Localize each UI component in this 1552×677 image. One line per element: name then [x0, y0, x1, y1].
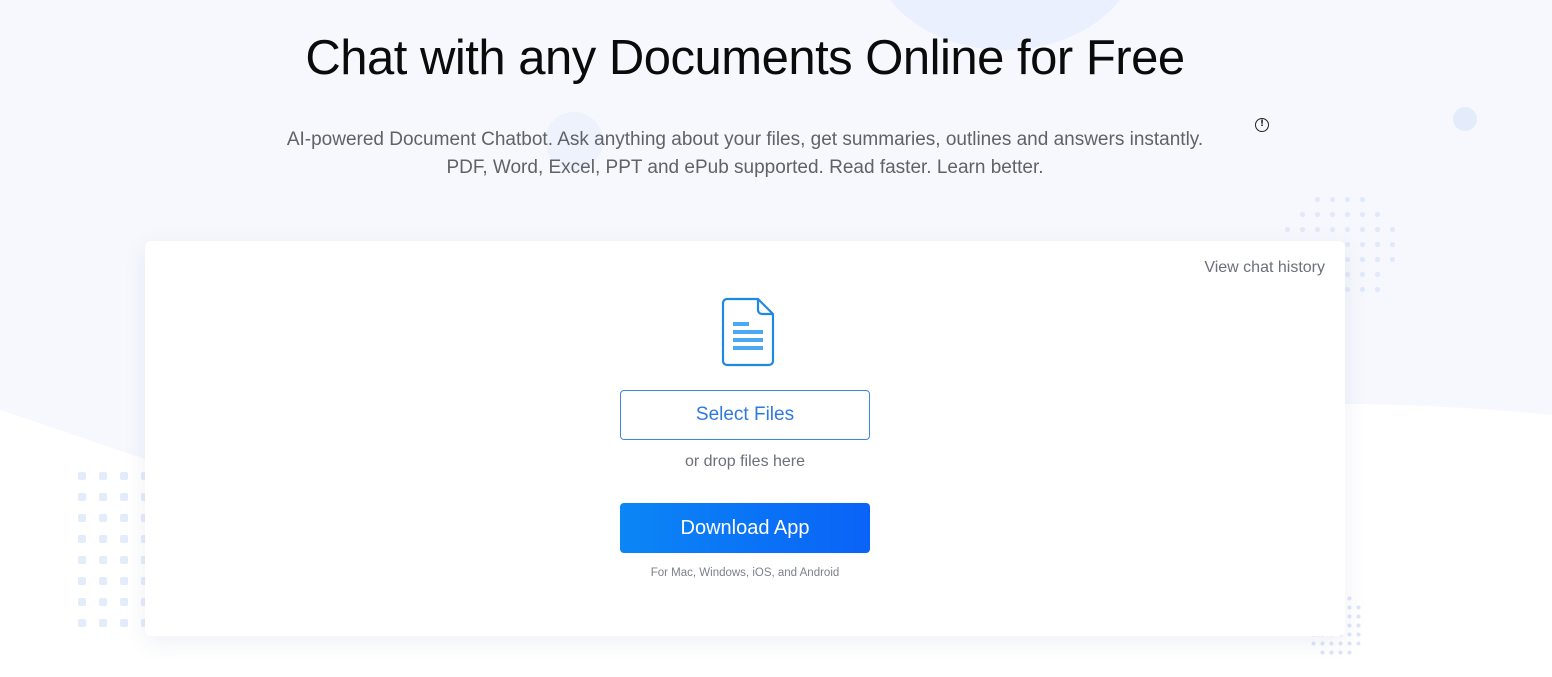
decorative-dot	[1329, 226, 1336, 233]
decorative-dot	[1359, 226, 1366, 233]
decorative-dot	[99, 514, 107, 522]
decorative-dot	[1374, 226, 1381, 233]
decorative-dot	[120, 619, 128, 627]
decorative-dot	[1356, 614, 1361, 619]
decorative-dot	[1344, 256, 1351, 263]
decorative-dot	[1374, 271, 1381, 278]
drop-zone-hint: or drop files here	[684, 453, 806, 470]
decorative-dot	[1359, 271, 1366, 278]
supported-platforms-text: For Mac, Windows, iOS, and Android	[650, 567, 840, 579]
decorative-dot	[1320, 641, 1325, 646]
info-icon[interactable]: !	[1255, 118, 1269, 132]
decorative-dot	[1356, 623, 1361, 628]
decorative-dot	[120, 514, 128, 522]
decorative-dot	[99, 577, 107, 585]
decorative-dot	[1299, 226, 1306, 233]
decorative-dot	[99, 619, 107, 627]
upload-card: View chat history Select Files or drop f…	[145, 241, 1345, 636]
decorative-dot	[78, 493, 86, 501]
decorative-dot	[120, 472, 128, 480]
decorative-dot	[1356, 632, 1361, 637]
decorative-dot	[1344, 226, 1351, 233]
decorative-dot	[1359, 241, 1366, 248]
decorative-dot	[1347, 641, 1352, 646]
decorative-dot	[1299, 211, 1306, 218]
decorative-dot	[120, 535, 128, 543]
decorative-dot	[99, 598, 107, 606]
decorative-dot	[1347, 623, 1352, 628]
decorative-dot	[1314, 211, 1321, 218]
decorative-dot	[1320, 650, 1325, 655]
decorative-dot	[78, 472, 86, 480]
decorative-dot	[78, 556, 86, 564]
decorative-dot	[120, 556, 128, 564]
select-files-button[interactable]: Select Files	[620, 390, 870, 440]
decorative-dot	[120, 598, 128, 606]
decorative-dot	[1338, 641, 1343, 646]
decorative-dot	[78, 598, 86, 606]
decorative-dot	[1389, 241, 1396, 248]
decorative-dot	[1359, 196, 1366, 203]
decorative-dot	[1284, 226, 1291, 233]
decorative-dot	[1344, 271, 1351, 278]
decorative-dot	[1389, 226, 1396, 233]
decorative-dot	[1329, 641, 1334, 646]
document-icon	[721, 297, 775, 367]
decorative-dot	[1347, 614, 1352, 619]
page-subtitle: AI-powered Document Chatbot. Ask anythin…	[0, 126, 1490, 182]
decorative-dot	[1329, 650, 1334, 655]
decorative-dot	[99, 535, 107, 543]
decorative-dot	[1374, 211, 1381, 218]
decorative-dot	[99, 472, 107, 480]
decorative-dot	[1374, 286, 1381, 293]
decorative-dot	[1374, 256, 1381, 263]
decorative-dot	[1356, 641, 1361, 646]
page-title: Chat with any Documents Online for Free	[305, 31, 1185, 85]
decorative-dot	[78, 577, 86, 585]
decorative-dot	[1356, 605, 1361, 610]
decorative-dot	[120, 493, 128, 501]
decorative-dot	[1389, 256, 1396, 263]
decorative-dot	[99, 493, 107, 501]
decorative-dot	[78, 514, 86, 522]
subtitle-line: PDF, Word, Excel, PPT and ePub supported…	[446, 157, 1044, 178]
view-chat-history-link[interactable]: View chat history	[1204, 259, 1325, 277]
decorative-dot	[78, 619, 86, 627]
decorative-dot	[1344, 286, 1351, 293]
decorative-dot	[1347, 632, 1352, 637]
decorative-dot	[1344, 241, 1351, 248]
decorative-dot	[1347, 605, 1352, 610]
decorative-dot	[1329, 211, 1336, 218]
decorative-dot	[78, 535, 86, 543]
decorative-dot	[99, 556, 107, 564]
decorative-dot	[1311, 641, 1316, 646]
decorative-dot	[1359, 256, 1366, 263]
decorative-dot	[1329, 196, 1336, 203]
decorative-dot	[1374, 241, 1381, 248]
decorative-dot	[1344, 196, 1351, 203]
decorative-dot	[1359, 286, 1366, 293]
decorative-dot	[120, 577, 128, 585]
decorative-dot	[1347, 650, 1352, 655]
decorative-dot	[1338, 650, 1343, 655]
decorative-dot	[1314, 226, 1321, 233]
decorative-dot	[1359, 211, 1366, 218]
download-app-button[interactable]: Download App	[620, 503, 870, 553]
decorative-dot	[1344, 211, 1351, 218]
decorative-dot	[1314, 196, 1321, 203]
decorative-dot	[1347, 596, 1352, 601]
